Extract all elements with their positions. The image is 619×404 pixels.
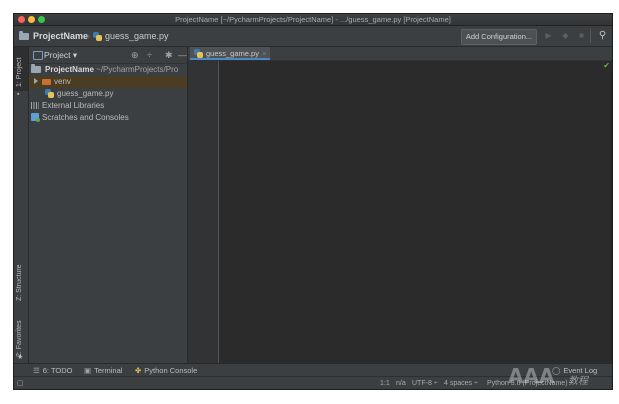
locate-file-icon[interactable]: ⊕ bbox=[131, 49, 139, 61]
line-separator[interactable]: n/a bbox=[396, 377, 406, 389]
editor-tab-guess-game[interactable]: guess_game.py × bbox=[190, 47, 271, 60]
python-console-icon: ✤ bbox=[135, 366, 142, 375]
collapse-all-icon[interactable]: ÷ bbox=[147, 49, 152, 61]
bottom-tool-strip: ☰ 6: TODO ▣ Terminal ✤ Python Console ◯ Even… bbox=[14, 363, 612, 377]
caret-position[interactable]: 1:1 bbox=[380, 377, 390, 389]
window-title: ProjectName [~/PycharmProjects/ProjectNa… bbox=[175, 15, 451, 24]
python-file-icon bbox=[93, 32, 102, 41]
tree-item-external-libraries[interactable]: External Libraries bbox=[29, 100, 187, 112]
close-tab-icon[interactable]: × bbox=[262, 49, 266, 58]
tree-item-venv[interactable]: venv bbox=[29, 76, 187, 88]
left-tool-strip: 1: Project ▪ Z: Structure 2: Favorites ★ bbox=[14, 47, 29, 363]
editor-gutter bbox=[188, 61, 219, 363]
tree-item-root[interactable]: ProjectName ~/PycharmProjects/Pro bbox=[29, 64, 187, 76]
project-view-selector[interactable]: Project ▾ bbox=[44, 47, 77, 63]
code-editor[interactable]: ✔ bbox=[219, 61, 612, 363]
project-tool-icon: ▪ bbox=[17, 91, 20, 98]
navigation-bar: ProjectName › guess_game.py Add Configur… bbox=[14, 26, 612, 47]
search-everywhere-icon[interactable]: ⚲ bbox=[598, 31, 607, 41]
star-icon: ★ bbox=[17, 354, 24, 361]
editor-tab-bar: guess_game.py × bbox=[188, 47, 612, 61]
python-file-icon bbox=[194, 49, 203, 58]
file-encoding[interactable]: UTF-8 ÷ bbox=[412, 377, 438, 389]
gear-icon[interactable]: ✱ bbox=[165, 49, 173, 61]
debug-icon[interactable]: ◆ bbox=[561, 31, 570, 40]
ide-window: ProjectName [~/PycharmProjects/ProjectNa… bbox=[14, 14, 612, 389]
tree-item-scratches[interactable]: Scratches and Consoles bbox=[29, 112, 187, 124]
tab-favorites-tool[interactable]: 2: Favorites ★ bbox=[14, 305, 28, 363]
toolbar-divider bbox=[590, 29, 591, 43]
tool-window-toggle-icon[interactable]: ▢ bbox=[17, 377, 24, 389]
run-icon[interactable]: ▶ bbox=[544, 31, 553, 40]
stop-icon[interactable]: ■ bbox=[577, 31, 586, 40]
no-problems-check-icon: ✔ bbox=[603, 61, 610, 70]
breadcrumb-file[interactable]: guess_game.py bbox=[93, 26, 169, 46]
project-panel: Project ▾ ⊕ ÷ ✱ — ProjectName ~/PycharmP… bbox=[29, 47, 188, 363]
status-bar: ▢ 1:1 n/a UTF-8 ÷ 4 spaces ÷ Python 3.6 … bbox=[14, 376, 612, 389]
scratches-icon bbox=[31, 113, 40, 122]
project-panel-header: Project ▾ ⊕ ÷ ✱ — bbox=[29, 47, 187, 64]
tab-project-tool[interactable]: 1: Project bbox=[14, 47, 28, 91]
title-bar: ProjectName [~/PycharmProjects/ProjectNa… bbox=[14, 14, 612, 26]
breadcrumb-project[interactable]: ProjectName bbox=[19, 26, 88, 46]
library-icon bbox=[31, 102, 39, 109]
terminal-icon: ▣ bbox=[84, 366, 92, 375]
python-file-icon bbox=[45, 89, 54, 98]
folder-icon bbox=[31, 64, 41, 73]
hide-panel-icon[interactable]: — bbox=[178, 49, 187, 61]
folder-icon bbox=[42, 79, 51, 85]
todo-icon: ☰ bbox=[33, 366, 40, 375]
breadcrumb-separator: › bbox=[87, 31, 90, 41]
expand-arrow-icon[interactable] bbox=[34, 78, 38, 84]
event-log-icon: ◯ bbox=[552, 366, 561, 375]
project-view-icon bbox=[33, 51, 43, 60]
folder-icon bbox=[19, 31, 29, 40]
tab-structure-tool[interactable]: Z: Structure bbox=[14, 247, 28, 303]
add-configuration-button[interactable]: Add Configuration... bbox=[461, 29, 537, 45]
indent-setting[interactable]: 4 spaces ÷ bbox=[444, 377, 478, 389]
tree-item-file[interactable]: guess_game.py bbox=[29, 88, 187, 100]
python-interpreter[interactable]: Python 3.6 (ProjectName) ÷ bbox=[487, 377, 573, 389]
